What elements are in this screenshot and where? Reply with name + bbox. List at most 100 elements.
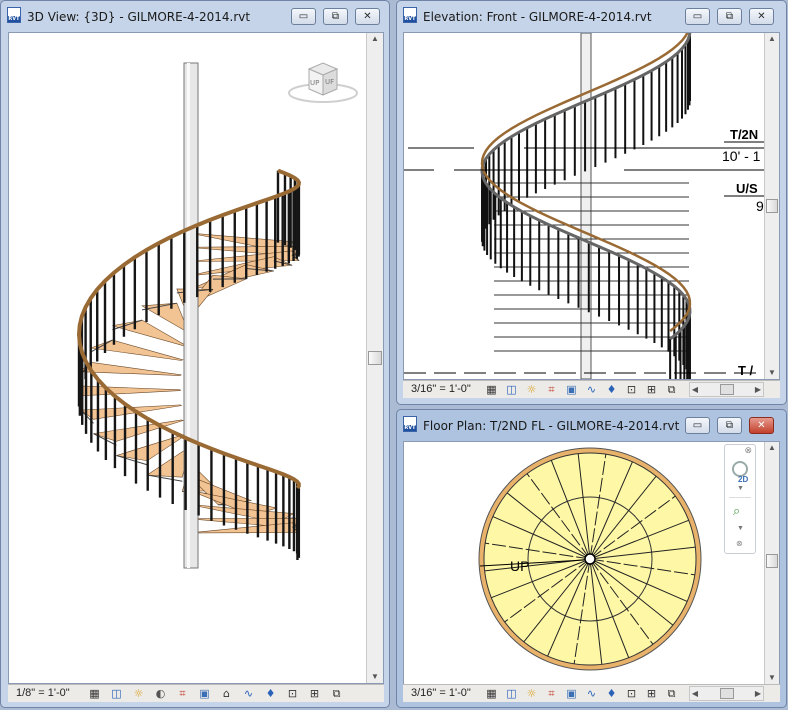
horizontal-scrollbar[interactable]: ◀ ▶ — [689, 686, 764, 701]
center-pole — [580, 33, 592, 379]
viewcube-right-label: UF — [325, 78, 334, 86]
temporary-hide-icon[interactable]: ∿ — [242, 687, 255, 700]
spiral-stair-plan-drawing: UP — [478, 447, 702, 671]
sun-path-icon[interactable]: ☼ — [132, 687, 145, 700]
window-title: 3D View: {3D} - GILMORE-4-2014.rvt — [27, 10, 251, 24]
viewcube-icon[interactable]: UP UF — [288, 62, 358, 103]
level-tag-us[interactable]: U/S 9 — [724, 181, 768, 214]
detail-level-icon[interactable]: ▦ — [485, 383, 498, 396]
scroll-left-arrow-icon[interactable]: ◀ — [690, 687, 700, 700]
shadows-icon[interactable]: ◐ — [154, 687, 167, 700]
crop-view-icon[interactable]: ⌗ — [176, 687, 189, 700]
nav-bar-close-icon[interactable]: ⊗ — [744, 445, 752, 456]
show-crop-region-icon[interactable]: ▣ — [565, 383, 578, 396]
viewcube-left-label: UP — [310, 79, 319, 87]
crop-view-icon[interactable]: ⌗ — [545, 383, 558, 396]
view-scale[interactable]: 1/8" = 1'-0" — [16, 687, 70, 699]
scroll-left-arrow-icon[interactable]: ◀ — [690, 383, 700, 396]
scroll-thumb[interactable] — [766, 554, 778, 568]
stair-elevation-model — [480, 33, 692, 379]
up-label: UP — [510, 558, 529, 574]
minimize-button[interactable]: ▭ — [685, 8, 710, 25]
revit-file-icon: RVT — [403, 416, 417, 432]
level-value-us: 9 — [756, 198, 764, 214]
revit-file-icon: RVT — [403, 7, 417, 23]
scroll-thumb[interactable] — [720, 384, 734, 395]
analytical-model-icon[interactable]: ⊞ — [308, 687, 321, 700]
titlebar-3d-view[interactable]: RVT 3D View: {3D} - GILMORE-4-2014.rvt ▭… — [1, 1, 389, 31]
chevron-down-icon[interactable]: ▼ — [737, 485, 744, 492]
scroll-up-arrow-icon[interactable]: ▲ — [765, 442, 779, 454]
scroll-down-arrow-icon[interactable]: ▼ — [367, 671, 383, 683]
reveal-hidden-icon[interactable]: ♦ — [264, 687, 277, 700]
chevron-down-icon[interactable]: ▼ — [737, 525, 744, 532]
reveal-hidden-icon[interactable]: ♦ — [605, 383, 618, 396]
restore-button[interactable]: ⧉ — [717, 8, 742, 25]
restore-button[interactable]: ⧉ — [323, 8, 348, 25]
vertical-scrollbar[interactable]: ▲ ▼ — [764, 442, 779, 684]
window-elevation-front[interactable]: RVT Elevation: Front - GILMORE-4-2014.rv… — [396, 0, 787, 405]
stair-tread — [79, 385, 181, 397]
window-3d-view[interactable]: RVT 3D View: {3D} - GILMORE-4-2014.rvt ▭… — [0, 0, 390, 708]
level-tag-t2n[interactable]: T/2N 10' - 1 — [722, 127, 768, 164]
titlebar-elevation[interactable]: RVT Elevation: Front - GILMORE-4-2014.rv… — [397, 1, 786, 31]
canvas-3d-view[interactable]: UP UF — [8, 32, 384, 684]
temporary-view-properties-icon[interactable]: ⊡ — [625, 383, 638, 396]
spiral-stair-elevation-drawing: T/2N 10' - 1 U/S 9 T / — [404, 33, 768, 379]
zoom-region-icon[interactable]: ⌕ — [733, 503, 740, 519]
vertical-scrollbar[interactable]: ▲ ▼ — [764, 33, 779, 379]
titlebar-floor-plan[interactable]: RVT Floor Plan: T/2ND FL - GILMORE-4-201… — [397, 410, 786, 440]
window-title: Elevation: Front - GILMORE-4-2014.rvt — [423, 10, 652, 24]
scroll-right-arrow-icon[interactable]: ▶ — [753, 687, 763, 700]
temporary-view-properties-icon[interactable]: ⊡ — [625, 687, 638, 700]
sun-path-icon[interactable]: ☼ — [525, 687, 538, 700]
canvas-elevation[interactable]: T/2N 10' - 1 U/S 9 T / — [403, 32, 780, 380]
view-control-bar: 1/8" = 1'-0" ▦ ◫ ☼ ◐ ⌗ ▣ ⌂ ∿ ♦ ⊡ ⊞ ⧉ — [8, 684, 384, 702]
analytical-model-icon[interactable]: ⊞ — [645, 383, 658, 396]
restore-button[interactable]: ⧉ — [717, 417, 742, 434]
scroll-right-arrow-icon[interactable]: ▶ — [753, 383, 763, 396]
level-name-us: U/S — [736, 181, 758, 196]
show-crop-region-icon[interactable]: ▣ — [198, 687, 211, 700]
view-scale[interactable]: 3/16" = 1'-0" — [411, 383, 471, 395]
temporary-hide-icon[interactable]: ∿ — [585, 383, 598, 396]
constraints-icon[interactable]: ⧉ — [665, 687, 678, 700]
analytical-model-icon[interactable]: ⊞ — [645, 687, 658, 700]
window-floor-plan[interactable]: RVT Floor Plan: T/2ND FL - GILMORE-4-201… — [396, 409, 787, 708]
horizontal-scrollbar[interactable]: ◀ ▶ — [689, 382, 764, 397]
divider — [729, 497, 751, 498]
visual-style-icon[interactable]: ◫ — [505, 383, 518, 396]
temporary-view-properties-icon[interactable]: ⊡ — [286, 687, 299, 700]
scroll-down-arrow-icon[interactable]: ▼ — [765, 367, 779, 379]
scroll-thumb[interactable] — [720, 688, 734, 699]
constraints-icon[interactable]: ⧉ — [330, 687, 343, 700]
close-button[interactable]: ✕ — [355, 8, 380, 25]
lock-3d-view-icon[interactable]: ⌂ — [220, 687, 233, 700]
scroll-up-arrow-icon[interactable]: ▲ — [367, 33, 383, 45]
level-name-t2n: T/2N — [730, 127, 758, 142]
temporary-hide-icon[interactable]: ∿ — [585, 687, 598, 700]
constraints-icon[interactable]: ⧉ — [665, 383, 678, 396]
close-button[interactable]: ✕ — [749, 8, 774, 25]
canvas-floor-plan[interactable]: UP ⊗ 2D ▼ ⌕ ▼ ⊗ — [403, 441, 780, 685]
minimize-button[interactable]: ▭ — [291, 8, 316, 25]
scroll-up-arrow-icon[interactable]: ▲ — [765, 33, 779, 45]
sun-path-icon[interactable]: ☼ — [525, 383, 538, 396]
detail-level-icon[interactable]: ▦ — [88, 687, 101, 700]
scroll-down-arrow-icon[interactable]: ▼ — [765, 672, 779, 684]
nav-bar-options-icon[interactable]: ⊗ — [736, 539, 743, 548]
visual-style-icon[interactable]: ◫ — [110, 687, 123, 700]
level-tag-t[interactable]: T / — [738, 363, 754, 378]
view-scale[interactable]: 3/16" = 1'-0" — [411, 687, 471, 699]
close-button[interactable]: ✕ — [749, 417, 774, 434]
crop-view-icon[interactable]: ⌗ — [545, 687, 558, 700]
minimize-button[interactable]: ▭ — [685, 417, 710, 434]
show-crop-region-icon[interactable]: ▣ — [565, 687, 578, 700]
spiral-stair-3d-drawing: UP UF — [76, 62, 358, 569]
reveal-hidden-icon[interactable]: ♦ — [605, 687, 618, 700]
scroll-thumb[interactable] — [368, 351, 382, 365]
scroll-thumb[interactable] — [766, 199, 778, 213]
vertical-scrollbar[interactable]: ▲ ▼ — [366, 33, 383, 683]
visual-style-icon[interactable]: ◫ — [505, 687, 518, 700]
detail-level-icon[interactable]: ▦ — [485, 687, 498, 700]
